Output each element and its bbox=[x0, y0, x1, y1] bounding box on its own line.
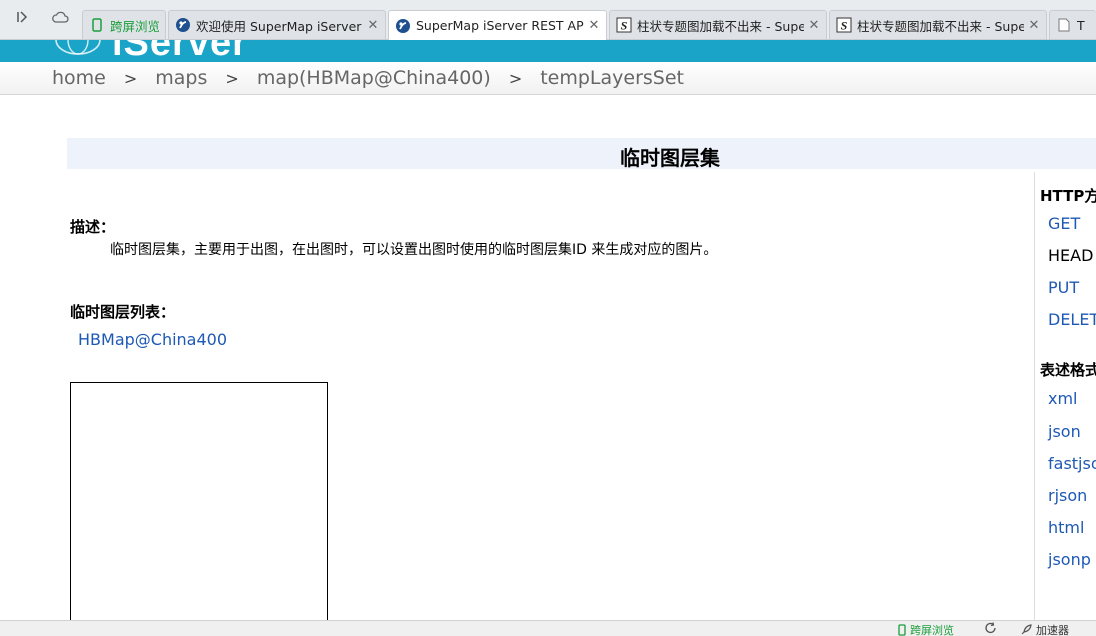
breadcrumb-home[interactable]: home bbox=[52, 67, 106, 89]
phone-icon bbox=[89, 17, 105, 33]
document-icon bbox=[1056, 17, 1072, 33]
s-logo-icon: S bbox=[836, 17, 852, 33]
tab-rest-api[interactable]: SuperMap iServer REST API ✕ bbox=[388, 10, 607, 40]
breadcrumb: home > maps > map(HBMap@China400) > temp… bbox=[0, 62, 1096, 95]
method-put-link[interactable]: PUT bbox=[1048, 278, 1079, 297]
tab-title: 欢迎使用 SuperMap iServer bbox=[196, 18, 362, 34]
split-browse-button[interactable]: 跨屏浏览 bbox=[898, 622, 954, 636]
tab-document[interactable]: T bbox=[1049, 10, 1096, 39]
svg-text:S: S bbox=[621, 19, 628, 33]
browser-tab-bar: 跨屏浏览 欢迎使用 SuperMap iServer ✕ SuperMap iS… bbox=[0, 0, 1096, 40]
page-title: 临时图层集 bbox=[620, 146, 720, 170]
tab-title: T bbox=[1077, 17, 1085, 33]
tab-forum-post-2[interactable]: S 柱状专题图加载不出来 - SuperMap ✕ bbox=[829, 10, 1047, 39]
layer-list-label: 临时图层列表： bbox=[70, 303, 176, 321]
description-label: 描述： bbox=[70, 218, 116, 236]
title-strip bbox=[67, 138, 1096, 169]
refresh-icon[interactable] bbox=[984, 622, 998, 634]
format-jsonp-link[interactable]: jsonp bbox=[1048, 550, 1091, 569]
format-html-link[interactable]: html bbox=[1048, 518, 1084, 537]
close-icon[interactable]: ✕ bbox=[1028, 18, 1040, 33]
globe-logo-icon bbox=[55, 40, 101, 55]
tab-title: 跨屏浏览 bbox=[110, 18, 159, 34]
supermap-logo-icon bbox=[175, 17, 191, 33]
method-get-link[interactable]: GET bbox=[1048, 214, 1080, 233]
split-browse-label: 跨屏浏览 bbox=[910, 624, 954, 636]
tab-welcome-iserver[interactable]: 欢迎使用 SuperMap iServer ✕ bbox=[168, 10, 386, 39]
breadcrumb-map[interactable]: map(HBMap@China400) bbox=[257, 67, 491, 89]
status-bar: 跨屏浏览 加速器 bbox=[0, 620, 1096, 636]
map-preview[interactable] bbox=[70, 382, 328, 632]
right-sidebar: HTTP方法 GET HEAD PUT DELETE 表述格式 xml json… bbox=[1034, 172, 1096, 620]
close-icon[interactable]: ✕ bbox=[588, 18, 600, 33]
rocket-icon bbox=[1020, 624, 1032, 636]
format-rjson-link[interactable]: rjson bbox=[1048, 486, 1087, 505]
format-xml-link[interactable]: xml bbox=[1048, 389, 1078, 408]
phone-icon bbox=[898, 624, 906, 636]
accelerator-label: 加速器 bbox=[1036, 624, 1069, 636]
forward-icon[interactable] bbox=[12, 10, 32, 30]
svg-text:S: S bbox=[841, 19, 848, 33]
layer-link-hbmap[interactable]: HBMap@China400 bbox=[78, 330, 227, 349]
description-text: 临时图层集，主要用于出图，在出图时，可以设置出图时使用的临时图层集ID 来生成对… bbox=[110, 242, 718, 258]
cloud-icon[interactable] bbox=[50, 10, 70, 30]
supermap-logo-icon bbox=[395, 18, 411, 34]
format-fastjson-link[interactable]: fastjson bbox=[1048, 454, 1096, 473]
iserver-logo: iServer bbox=[112, 40, 248, 62]
breadcrumb-separator: > bbox=[123, 68, 138, 88]
tab-forum-post-1[interactable]: S 柱状专题图加载不出来 - SuperMap ✕ bbox=[609, 10, 827, 39]
accelerator-button[interactable]: 加速器 bbox=[1020, 622, 1069, 636]
header-banner: iServer bbox=[0, 40, 1096, 62]
formats-heading: 表述格式 bbox=[1040, 361, 1096, 379]
http-methods-heading: HTTP方法 bbox=[1040, 187, 1096, 205]
breadcrumb-separator: > bbox=[225, 68, 239, 88]
breadcrumb-current: tempLayersSet bbox=[540, 67, 684, 89]
close-icon[interactable]: ✕ bbox=[808, 18, 820, 33]
method-delete-link[interactable]: DELETE bbox=[1048, 310, 1096, 329]
format-json-link[interactable]: json bbox=[1048, 422, 1081, 441]
tab-title: SuperMap iServer REST API bbox=[416, 18, 584, 33]
tab-title: 柱状专题图加载不出来 - SuperMap bbox=[857, 18, 1024, 34]
method-head-label: HEAD bbox=[1048, 246, 1094, 265]
breadcrumb-maps[interactable]: maps bbox=[155, 67, 207, 89]
close-icon[interactable]: ✕ bbox=[367, 18, 379, 33]
tab-title: 柱状专题图加载不出来 - SuperMap bbox=[637, 18, 804, 34]
breadcrumb-separator: > bbox=[508, 68, 523, 88]
tab-split-browse[interactable]: 跨屏浏览 bbox=[82, 10, 166, 39]
s-logo-icon: S bbox=[616, 17, 632, 33]
